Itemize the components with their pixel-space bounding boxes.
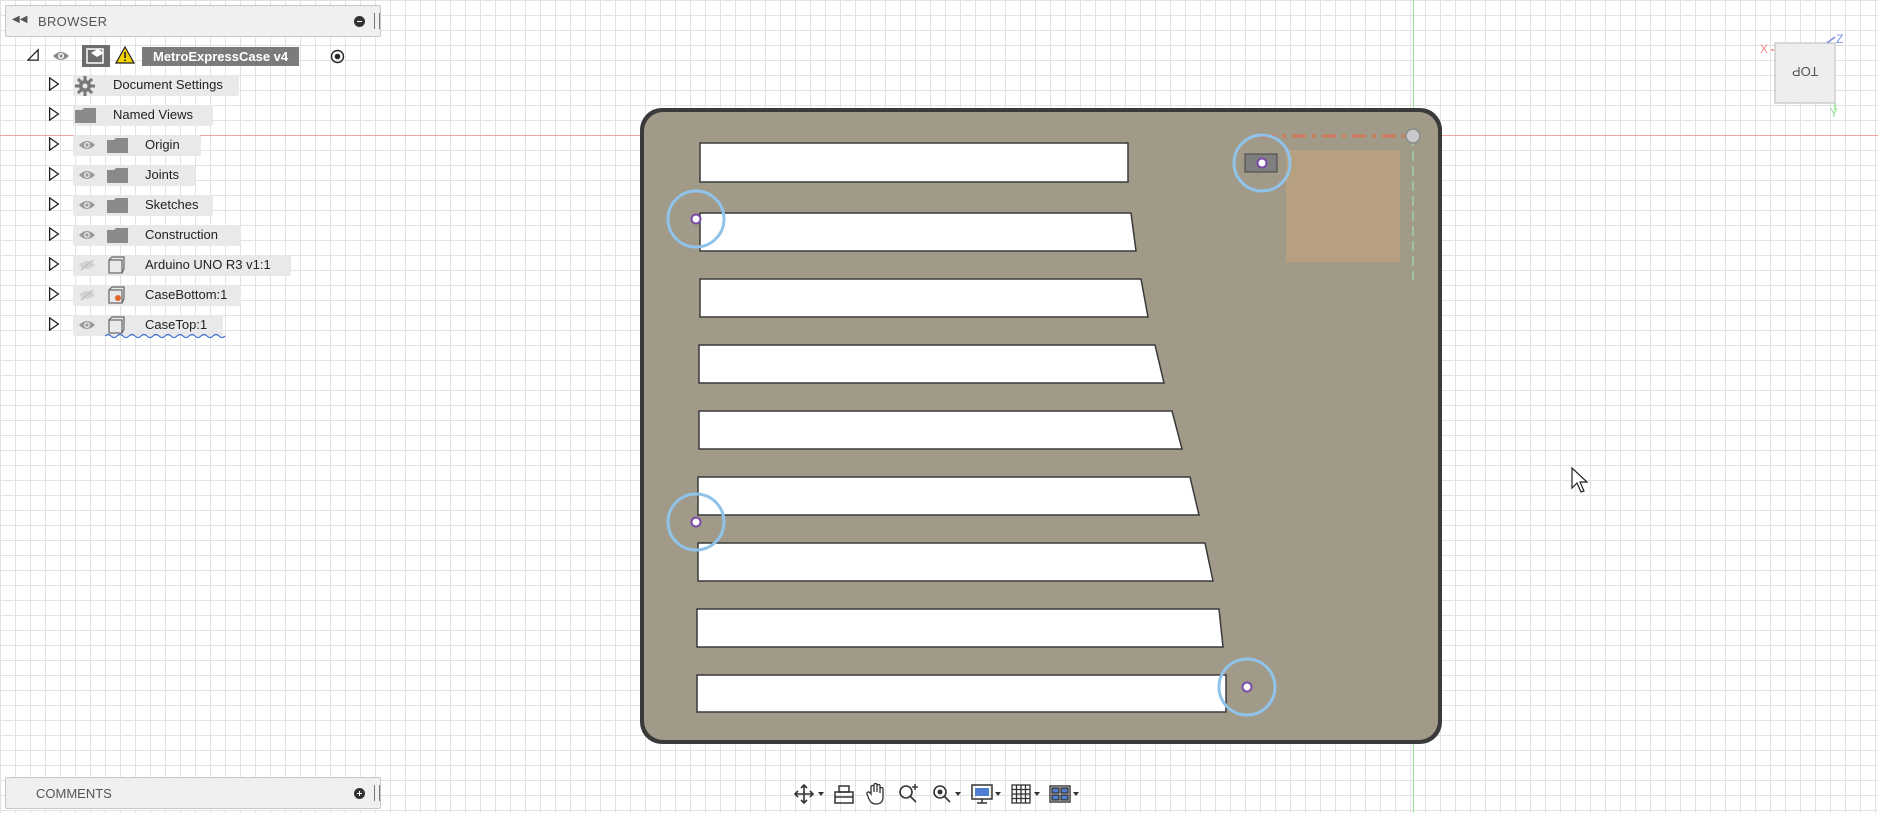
tree-item-construction[interactable]: Construction — [5, 223, 381, 247]
tree-item-label: Joints — [145, 167, 179, 182]
tree-item-casetop[interactable]: CaseTop:1 — [5, 313, 381, 338]
vent-slot — [698, 410, 1183, 450]
expand-triangle-icon[interactable] — [48, 257, 60, 271]
tree-item-label: Sketches — [145, 197, 199, 212]
display-settings-icon[interactable] — [970, 782, 1004, 806]
vent-slot — [697, 542, 1214, 582]
grid-icon[interactable] — [1010, 782, 1044, 806]
tree-item-label: CaseBottom:1 — [145, 287, 228, 302]
vent-slot — [699, 278, 1149, 318]
viewports-icon[interactable] — [1048, 782, 1082, 806]
orbit-icon[interactable] — [792, 782, 828, 806]
document-name[interactable]: MetroExpressCase v4 — [142, 47, 300, 66]
expand-triangle-icon[interactable] — [48, 317, 60, 331]
collapse-triangle-icon[interactable] — [27, 48, 39, 62]
sketch-point[interactable] — [1405, 128, 1421, 144]
add-comment-icon[interactable] — [354, 788, 365, 799]
activate-radio-icon[interactable] — [330, 49, 345, 64]
browser-title: BROWSER — [38, 14, 108, 29]
tree-item-document-settings[interactable]: Document Settings — [5, 73, 381, 97]
folder-icon — [107, 228, 128, 243]
component-link-icon — [108, 286, 125, 304]
view-cube-z-label: Z — [1836, 32, 1844, 46]
board-highlight — [1286, 150, 1400, 262]
eye-icon[interactable] — [52, 50, 70, 62]
folder-icon — [75, 108, 96, 123]
comments-title: COMMENTS — [36, 786, 112, 801]
browser-header: ◀◀ BROWSER — [5, 5, 381, 37]
view-cube[interactable]: TOP X Z Y — [1760, 30, 1870, 120]
tree-item-label: Origin — [145, 137, 180, 152]
tree-item-named-views[interactable]: Named Views — [5, 103, 381, 127]
eye-icon[interactable] — [78, 319, 96, 331]
tree-item-label: CaseTop:1 — [145, 317, 208, 332]
view-cube-x-label: X — [1760, 42, 1769, 56]
tree-item-label: Arduino UNO R3 v1:1 — [145, 257, 271, 272]
tree-item-joints[interactable]: Joints — [5, 163, 381, 187]
vent-slot — [698, 344, 1165, 384]
component-icon — [82, 45, 110, 67]
navigation-toolbar — [790, 780, 1090, 808]
look-at-icon[interactable] — [832, 782, 856, 806]
eye-icon[interactable] — [78, 169, 96, 181]
vent-slot — [699, 212, 1137, 252]
gear-icon — [75, 76, 95, 96]
vent-slot — [697, 476, 1200, 516]
fit-icon[interactable] — [930, 782, 964, 806]
tree-root-row[interactable]: MetroExpressCase v4 — [5, 43, 381, 67]
browser-panel: ◀◀ BROWSER MetroExpressCase v4 Document … — [5, 5, 381, 338]
eye-hidden-icon[interactable] — [78, 259, 96, 271]
component-icon — [108, 256, 125, 274]
expand-triangle-icon[interactable] — [48, 77, 60, 91]
folder-icon — [107, 138, 128, 153]
panel-grip-handle[interactable] — [374, 13, 380, 29]
minimize-panel-icon[interactable] — [354, 16, 365, 27]
view-cube-y-label: Y — [1830, 106, 1839, 120]
zoom-icon[interactable] — [896, 782, 922, 806]
tree-item-arduino[interactable]: Arduino UNO R3 v1:1 — [5, 253, 381, 277]
tree-item-sketches[interactable]: Sketches — [5, 193, 381, 217]
eye-icon[interactable] — [78, 139, 96, 151]
vent-slot — [696, 608, 1224, 648]
eye-icon[interactable] — [78, 229, 96, 241]
collapse-panel-icon[interactable]: ◀◀ — [12, 14, 34, 28]
folder-icon — [107, 198, 128, 213]
vent-slot — [699, 142, 1129, 183]
comments-bar[interactable]: COMMENTS — [5, 777, 381, 809]
expand-triangle-icon[interactable] — [48, 287, 60, 301]
tree-item-label: Named Views — [113, 107, 193, 122]
tree-item-label: Construction — [145, 227, 218, 242]
component-icon — [108, 316, 125, 334]
folder-icon — [107, 168, 128, 183]
tree-item-label: Document Settings — [113, 77, 223, 92]
pan-icon[interactable] — [864, 782, 888, 806]
active-underline — [105, 333, 226, 338]
expand-triangle-icon[interactable] — [48, 107, 60, 121]
warning-icon — [115, 46, 135, 64]
eye-hidden-icon[interactable] — [78, 289, 96, 301]
expand-triangle-icon[interactable] — [48, 227, 60, 241]
expand-triangle-icon[interactable] — [48, 167, 60, 181]
tree-item-origin[interactable]: Origin — [5, 133, 381, 157]
tree-item-casebottom[interactable]: CaseBottom:1 — [5, 283, 381, 307]
view-cube-face-label[interactable]: TOP — [1792, 64, 1819, 79]
vent-slot — [696, 674, 1227, 713]
comments-grip-handle[interactable] — [374, 785, 380, 801]
eye-icon[interactable] — [78, 199, 96, 211]
mouse-cursor-icon — [1571, 466, 1589, 493]
expand-triangle-icon[interactable] — [48, 137, 60, 151]
expand-triangle-icon[interactable] — [48, 197, 60, 211]
